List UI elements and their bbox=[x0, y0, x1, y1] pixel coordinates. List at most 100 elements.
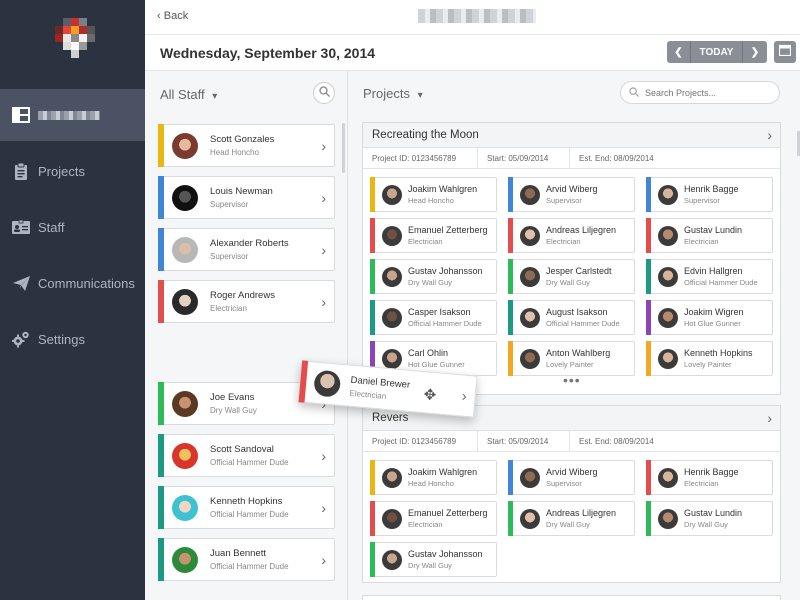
member-card[interactable]: Emanuel Zetterberg Electrician bbox=[370, 501, 497, 536]
page-title-blurred bbox=[418, 9, 536, 23]
role-color-strip bbox=[508, 300, 513, 335]
member-card[interactable]: Andreas Liljegren Electrician bbox=[508, 218, 635, 253]
chevron-right-icon: › bbox=[321, 189, 326, 206]
avatar bbox=[658, 508, 678, 529]
role-color-strip bbox=[158, 228, 164, 271]
member-card[interactable]: Joakim Wahlgren Head Honcho bbox=[370, 460, 497, 495]
member-card[interactable]: Arvid Wiberg Supervisor bbox=[508, 460, 635, 495]
staff-scrollbar[interactable] bbox=[342, 123, 345, 173]
member-card[interactable]: Casper Isakson Official Hammer Dude bbox=[370, 300, 497, 335]
member-name: Andreas Liljegren bbox=[546, 508, 617, 518]
role-color-strip bbox=[646, 501, 651, 536]
dashboard-icon bbox=[12, 106, 30, 124]
staff-card[interactable]: Scott Sandoval Official Hammer Dude › bbox=[158, 434, 335, 477]
staff-role: Dry Wall Guy bbox=[210, 406, 257, 415]
chevron-right-icon: › bbox=[321, 499, 326, 516]
avatar bbox=[658, 266, 678, 287]
staff-role: Supervisor bbox=[210, 200, 249, 209]
staff-search-button[interactable] bbox=[313, 82, 335, 104]
staff-card[interactable]: Louis Newman Supervisor › bbox=[158, 176, 335, 219]
clipboard-icon bbox=[12, 162, 30, 180]
project-search-field[interactable] bbox=[620, 81, 780, 104]
project-id: Project ID: 0123456789 bbox=[363, 148, 478, 168]
back-button[interactable]: ‹ Back bbox=[157, 10, 188, 22]
project-search-input[interactable] bbox=[645, 87, 765, 98]
staff-role: Official Hammer Dude bbox=[210, 562, 289, 571]
projects-filter-dropdown[interactable]: Projects ▾ bbox=[363, 86, 423, 101]
sidebar-item-settings[interactable]: Settings bbox=[0, 313, 145, 365]
member-card[interactable]: Emanuel Zetterberg Electrician bbox=[370, 218, 497, 253]
member-name: Arvid Wiberg bbox=[546, 184, 598, 194]
role-color-strip bbox=[646, 300, 651, 335]
member-name: Emanuel Zetterberg bbox=[408, 508, 488, 518]
avatar bbox=[172, 390, 198, 417]
member-card[interactable]: Arvid Wiberg Supervisor bbox=[508, 177, 635, 212]
today-button[interactable]: TODAY bbox=[691, 41, 743, 63]
project-title: Revers bbox=[372, 412, 409, 424]
sidebar-item-staff[interactable]: Staff bbox=[0, 201, 145, 253]
member-role: Supervisor bbox=[546, 479, 582, 488]
staff-role: Official Hammer Dude bbox=[210, 510, 289, 519]
role-color-strip bbox=[508, 259, 513, 294]
member-card[interactable]: Gustav Lundin Dry Wall Guy bbox=[646, 501, 773, 536]
top-bar: ‹ Back bbox=[145, 0, 800, 35]
staff-card[interactable]: Juan Bennett Official Hammer Dude › bbox=[158, 538, 335, 581]
member-card[interactable]: Gustav Johansson Dry Wall Guy bbox=[370, 259, 497, 294]
project-start: Start: 05/09/2014 bbox=[478, 148, 570, 168]
member-role: Dry Wall Guy bbox=[546, 278, 590, 287]
member-role: Hot Glue Gunner bbox=[408, 360, 465, 369]
project-id: Project ID: 0123456789 bbox=[363, 431, 478, 451]
sidebar-item-label: Staff bbox=[38, 219, 65, 235]
staff-column: All Staff ▾ Scott Gonzales Head Honcho › Lo… bbox=[145, 71, 348, 600]
avatar bbox=[658, 307, 678, 328]
project-panel: Revers › Project ID: 0123456789 Start: 0… bbox=[362, 405, 781, 583]
project-meta: Project ID: 0123456789 Start: 05/09/2014… bbox=[363, 431, 780, 452]
previous-day-button[interactable]: ❮ bbox=[667, 41, 691, 63]
member-card[interactable]: Jesper Carlstedt Dry Wall Guy bbox=[508, 259, 635, 294]
staff-name: Scott Gonzales bbox=[210, 134, 275, 145]
member-card[interactable]: Henrik Bagge Supervisor bbox=[646, 177, 773, 212]
calendar-button[interactable] bbox=[774, 41, 796, 63]
chevron-right-icon: › bbox=[767, 410, 772, 426]
member-role: Hot Glue Gunner bbox=[684, 319, 741, 328]
sidebar-item-dashboard[interactable] bbox=[0, 89, 145, 141]
staff-card[interactable]: Scott Gonzales Head Honcho › bbox=[158, 124, 335, 167]
sidebar-item-projects[interactable]: Projects bbox=[0, 145, 145, 197]
member-card[interactable]: Edvin Hallgren Official Hammer Dude bbox=[646, 259, 773, 294]
role-color-strip bbox=[370, 542, 375, 577]
member-role: Electrician bbox=[408, 520, 443, 529]
staff-card[interactable]: Alexander Roberts Supervisor › bbox=[158, 228, 335, 271]
project-title-bar[interactable]: Recreating the Moon › bbox=[363, 123, 780, 148]
chevron-right-icon: › bbox=[461, 387, 468, 404]
staff-card[interactable]: Kenneth Hopkins Official Hammer Dude › bbox=[158, 486, 335, 529]
staff-name: Louis Newman bbox=[210, 186, 273, 197]
staff-card[interactable]: Roger Andrews Electrician › bbox=[158, 280, 335, 323]
member-card[interactable]: Andreas Liljegren Dry Wall Guy bbox=[508, 501, 635, 536]
avatar bbox=[382, 225, 402, 246]
member-card[interactable]: Henrik Bagge Electrician bbox=[646, 460, 773, 495]
member-card[interactable]: Joakim Wigren Hot Glue Gunner bbox=[646, 300, 773, 335]
search-icon bbox=[318, 84, 330, 102]
role-color-strip bbox=[646, 177, 651, 212]
member-card[interactable]: Kenneth Hopkins Lovely Painter bbox=[646, 341, 773, 376]
member-card[interactable]: Anton Wahlberg Lovely Painter bbox=[508, 341, 635, 376]
avatar bbox=[382, 348, 402, 369]
role-color-strip bbox=[646, 218, 651, 253]
member-card[interactable]: August Isakson Official Hammer Dude bbox=[508, 300, 635, 335]
chevron-right-icon: › bbox=[321, 137, 326, 154]
staff-filter-dropdown[interactable]: All Staff ▾ bbox=[160, 87, 217, 102]
member-name: Gustav Johansson bbox=[408, 266, 483, 276]
chevron-right-icon: › bbox=[321, 447, 326, 464]
role-color-strip bbox=[370, 460, 375, 495]
staff-role: Head Honcho bbox=[210, 148, 259, 157]
chevron-left-icon: ‹ bbox=[157, 10, 161, 22]
next-day-button[interactable]: ❯ bbox=[743, 41, 767, 63]
chevron-right-icon: › bbox=[767, 127, 772, 143]
staff-name: Daniel Brewer bbox=[350, 374, 411, 391]
staff-role: Electrician bbox=[210, 304, 247, 313]
member-card[interactable]: Gustav Johansson Dry Wall Guy bbox=[370, 542, 497, 577]
member-card[interactable]: Joakim Wahlgren Head Honcho bbox=[370, 177, 497, 212]
role-color-strip bbox=[508, 218, 513, 253]
member-card[interactable]: Gustav Lundin Electrician bbox=[646, 218, 773, 253]
sidebar-item-communications[interactable]: Communications bbox=[0, 257, 145, 309]
